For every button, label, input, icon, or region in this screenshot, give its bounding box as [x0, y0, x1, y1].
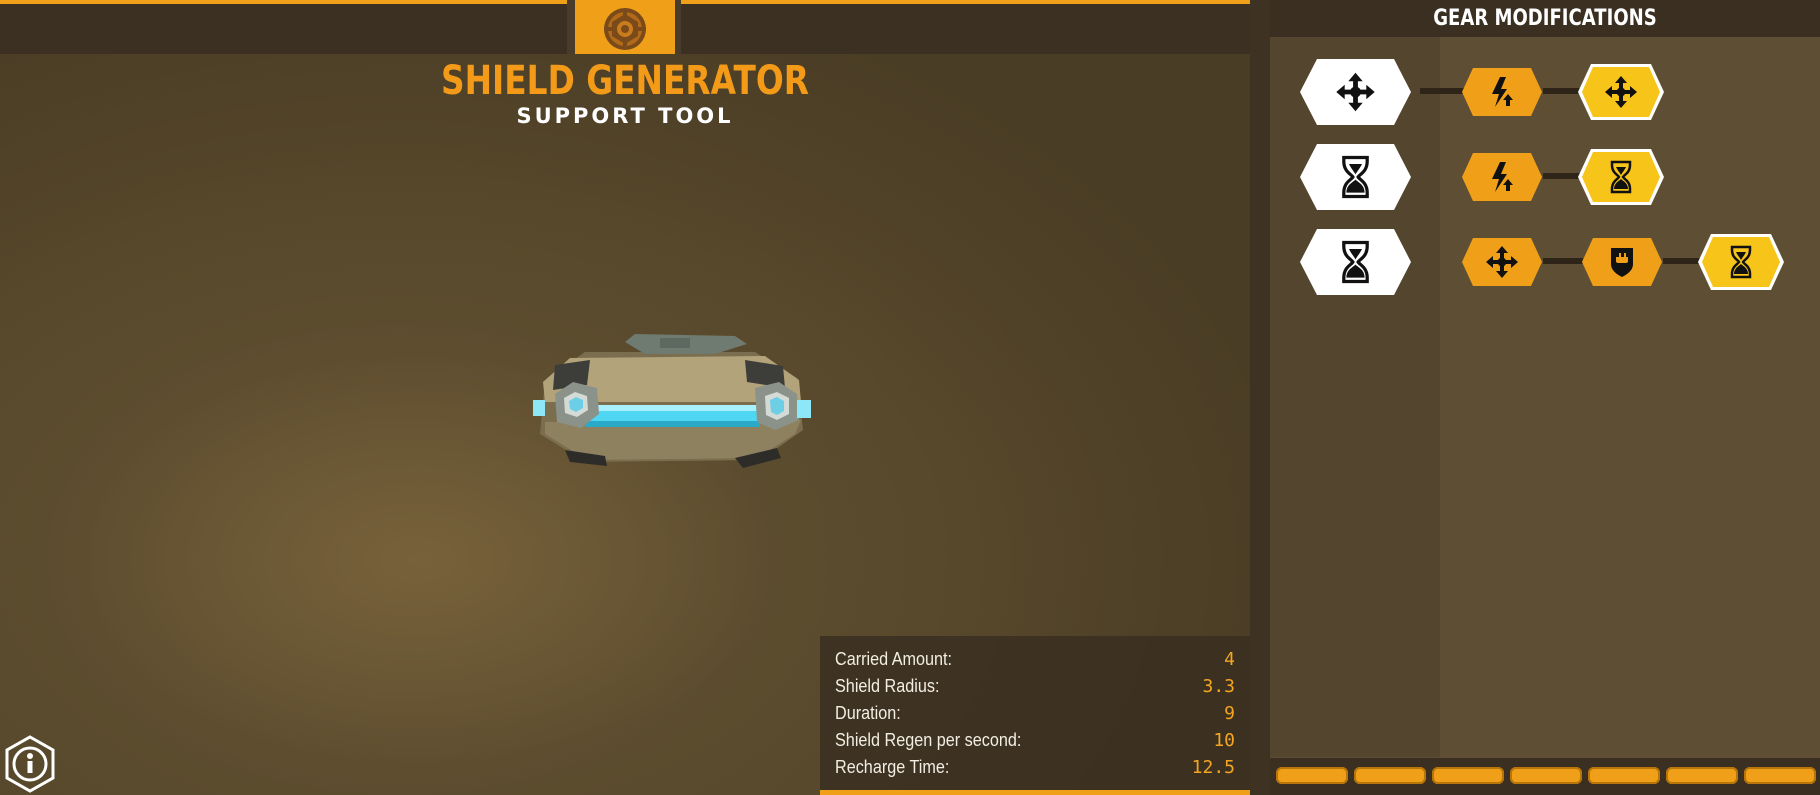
gear-preview-panel: SHIELD GENERATOR SUPPORT TOOL Carried Am… [0, 0, 1250, 795]
lightning-arrow-icon[interactable] [1461, 67, 1543, 117]
shield-generator-model [533, 334, 811, 468]
lightning-arrow-icon[interactable] [1461, 152, 1543, 202]
shield-fist-icon[interactable] [1581, 237, 1663, 287]
gear-mods-title: GEAR MODIFICATIONS [1433, 6, 1657, 31]
gear-subtitle: SUPPORT TOOL [516, 104, 734, 128]
gear-title: SHIELD GENERATOR [440, 58, 810, 104]
shield-generator-icon [604, 8, 646, 50]
stat-row: Recharge Time: 12.5 [835, 757, 1235, 783]
loadout-tab[interactable] [1510, 767, 1582, 784]
move-arrows-icon[interactable] [1577, 63, 1665, 121]
hourglass-icon[interactable] [1299, 228, 1412, 296]
stat-label: Duration: [835, 703, 901, 723]
stats-accent-bar [820, 790, 1250, 795]
hourglass-icon[interactable] [1577, 148, 1665, 206]
loadout-tab[interactable] [1432, 767, 1504, 784]
loadout-tab[interactable] [1276, 767, 1348, 784]
stat-value: 9 [1224, 703, 1235, 724]
loadout-tab[interactable] [1666, 767, 1738, 784]
stat-label: Shield Regen per second: [835, 730, 1022, 750]
stat-label: Shield Radius: [835, 676, 940, 696]
stat-row: Duration: 9 [835, 703, 1235, 729]
panel-divider [1250, 0, 1270, 795]
stat-value: 4 [1224, 649, 1235, 670]
stat-label: Carried Amount: [835, 649, 953, 669]
stat-value: 3.3 [1202, 676, 1235, 697]
stat-label: Recharge Time: [835, 757, 950, 777]
stat-value: 10 [1213, 730, 1235, 751]
loadout-tab[interactable] [1588, 767, 1660, 784]
loadout-tab[interactable] [1744, 767, 1816, 784]
gear-modifications-panel: GEAR MODIFICATIONS [1270, 0, 1820, 795]
stat-value: 12.5 [1191, 757, 1235, 778]
loadout-tab[interactable] [1354, 767, 1426, 784]
hourglass-icon[interactable] [1697, 233, 1785, 291]
move-arrows-icon[interactable] [1299, 58, 1412, 126]
stat-row: Shield Radius: 3.3 [835, 676, 1235, 702]
move-arrows-icon[interactable] [1461, 237, 1543, 287]
info-icon[interactable] [4, 735, 56, 793]
stats-panel: Carried Amount: 4 Shield Radius: 3.3 Dur… [820, 636, 1250, 795]
hourglass-icon[interactable] [1299, 143, 1412, 211]
mod-connector [1543, 258, 1583, 264]
stat-row: Shield Regen per second: 10 [835, 730, 1235, 756]
stat-row: Carried Amount: 4 [835, 649, 1235, 675]
